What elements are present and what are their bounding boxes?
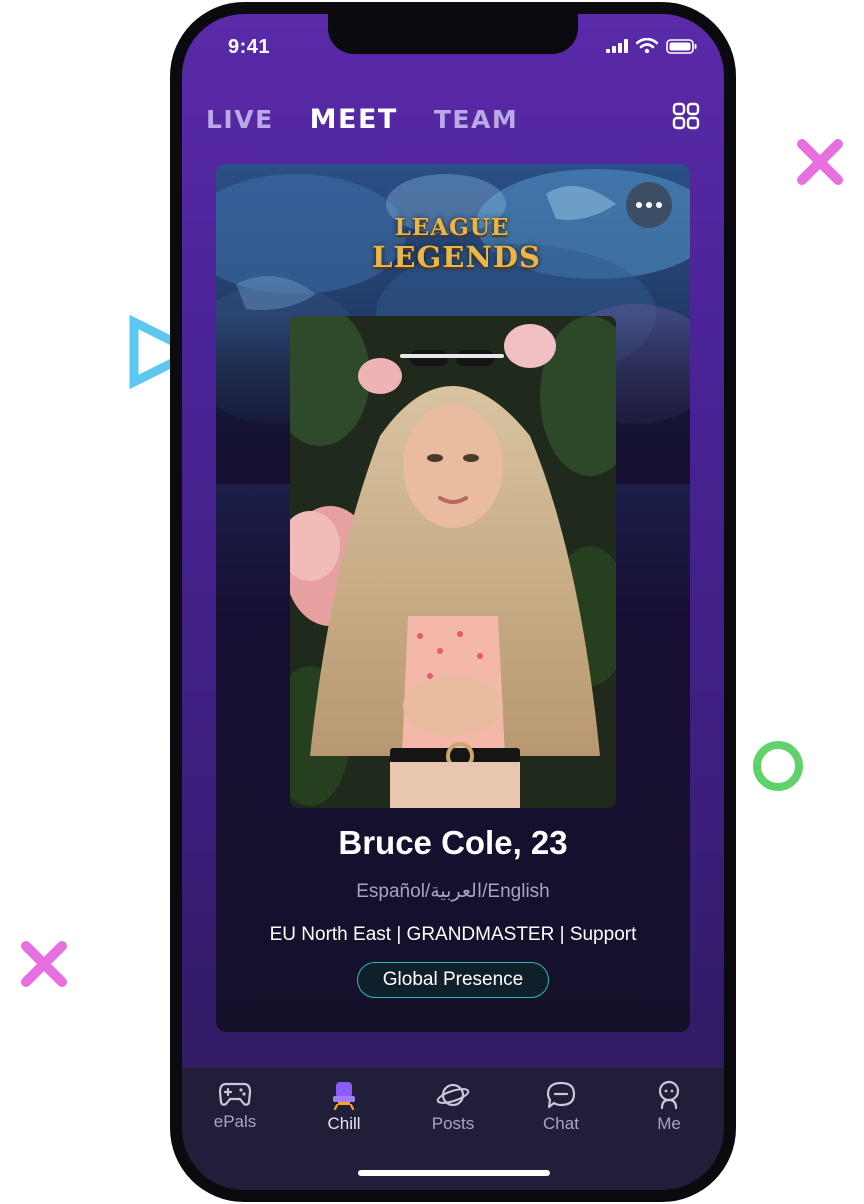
battery-icon (666, 38, 697, 54)
tab-live[interactable]: LIVE (206, 105, 274, 134)
dot (656, 202, 662, 208)
global-presence-badge[interactable]: Global Presence (357, 962, 549, 998)
top-nav: LIVE MEET TEAM (206, 104, 518, 135)
game-logo-line1: LEAGUE (394, 214, 510, 241)
grid-icon[interactable] (672, 102, 700, 130)
tab-team[interactable]: TEAM (434, 105, 518, 134)
wifi-icon (636, 38, 658, 54)
profile-languages: Español/العربية/English (356, 881, 550, 902)
planet-icon (436, 1083, 470, 1107)
profile-details: EU North East | GRANDMASTER | Support (269, 924, 637, 945)
cross-deco-icon (21, 941, 67, 987)
tab-epals-label: ePals (213, 1112, 257, 1131)
status-icons (606, 38, 698, 54)
dot (636, 202, 642, 208)
tab-posts[interactable]: Posts (408, 1080, 498, 1134)
tab-meet[interactable]: MEET (310, 104, 398, 135)
tab-me-label: Me (657, 1114, 681, 1133)
tab-chill-label: Chill (327, 1114, 361, 1133)
tab-me[interactable]: Me (624, 1080, 714, 1134)
tab-chat-label: Chat (543, 1114, 579, 1133)
cross-deco-icon (797, 139, 843, 185)
tab-chill[interactable]: Chill (299, 1080, 389, 1134)
chat-icon (546, 1081, 576, 1109)
signal-icon (606, 39, 628, 53)
profile-card[interactable]: LEAGUE LEGENDS Bruce Cole, 23 Español/ال… (216, 164, 690, 1032)
circle-deco-icon (753, 741, 803, 791)
tab-epals[interactable]: ePals (190, 1080, 280, 1132)
game-logo-line2: LEGENDS (372, 240, 541, 274)
dot (646, 202, 652, 208)
tab-chat[interactable]: Chat (516, 1080, 606, 1134)
chair-icon (333, 1082, 355, 1110)
person-icon (658, 1080, 680, 1110)
home-indicator[interactable] (358, 1170, 550, 1176)
profile-photo[interactable] (290, 316, 616, 808)
gamepad-icon (218, 1082, 252, 1106)
game-logo: LEAGUE LEGENDS (372, 214, 541, 278)
tab-posts-label: Posts (431, 1114, 475, 1133)
status-time: 9:41 (228, 36, 271, 58)
more-icon[interactable] (626, 182, 672, 228)
profile-name: Bruce Cole, 23 (338, 824, 568, 861)
phone-screen: 9:41 LIVE MEET TEAM LEAGUE LEGENDS Bruce… (182, 14, 724, 1190)
notch (328, 14, 578, 54)
